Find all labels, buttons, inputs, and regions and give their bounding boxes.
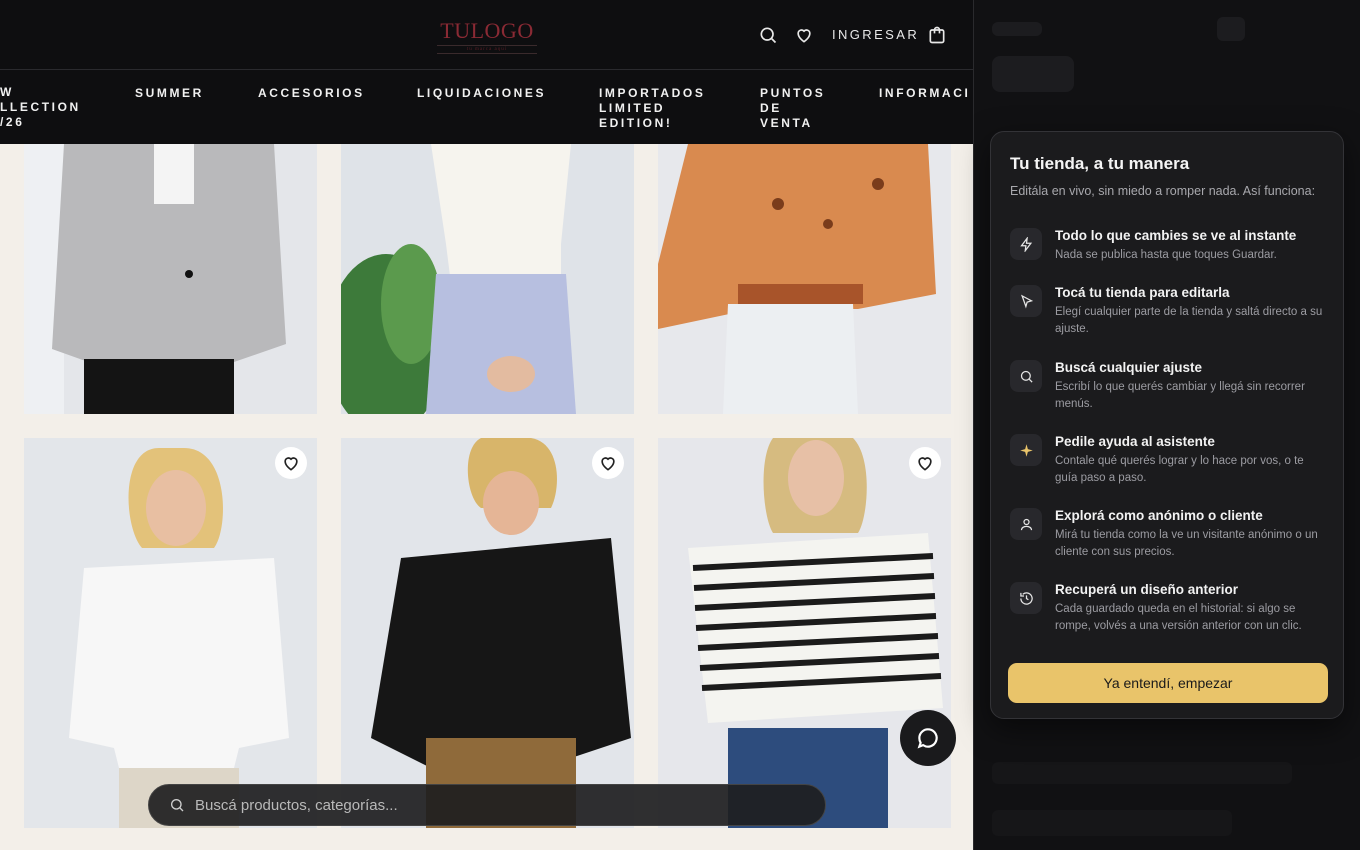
feature-description: Escribí lo que querés cambiar y llegá si…	[1055, 381, 1305, 410]
panel-placeholder	[992, 810, 1232, 836]
nav-item-puntos-de-venta[interactable]: PUNTOS DE VENTA	[760, 86, 825, 131]
feature-description: Nada se publica hasta que toques Guardar…	[1055, 249, 1277, 261]
feature-description: Cada guardado queda en el historial: si …	[1055, 603, 1302, 632]
feature-description: Mirá tu tienda como la ve un visitante a…	[1055, 529, 1318, 558]
cursor-icon	[1010, 285, 1042, 317]
feature-description: Elegí cualquier parte de la tienda y sal…	[1055, 306, 1323, 335]
heart-icon	[284, 457, 298, 471]
search-placeholder: Buscá productos, categorías...	[195, 797, 398, 814]
chat-bubble-icon	[917, 728, 938, 749]
heart-icon	[918, 457, 932, 471]
search-icon	[1010, 360, 1042, 392]
feature-title: Recuperá un diseño anterior	[1055, 582, 1239, 597]
chat-button[interactable]	[900, 710, 956, 766]
favorite-button[interactable]	[909, 447, 941, 479]
store-header: TULOGO tu marca aquí INGRESAR W LLECTION…	[0, 0, 973, 144]
lightning-icon	[1010, 228, 1042, 260]
nav-item-new-collection[interactable]: W LLECTION /26	[0, 85, 81, 130]
heart-icon[interactable]	[794, 25, 814, 45]
feature-title: Todo lo que cambies se ve al instante	[1055, 228, 1297, 243]
product-search-bar[interactable]: Buscá productos, categorías...	[148, 784, 826, 826]
nav-item-informacion[interactable]: INFORMACI	[879, 86, 970, 101]
feature-title: Buscá cualquier ajuste	[1055, 360, 1203, 375]
cart-icon[interactable]	[927, 25, 947, 45]
favorite-button[interactable]	[275, 447, 307, 479]
feature-title: Tocá tu tienda para editarla	[1055, 285, 1230, 300]
product-card[interactable]	[24, 144, 317, 414]
onboarding-modal: Tu tienda, a tu manera Editála en vivo, …	[990, 131, 1344, 719]
nav-item-importados[interactable]: IMPORTADOS LIMITED EDITION!	[599, 86, 705, 131]
login-link[interactable]: INGRESAR	[832, 27, 919, 42]
logo-text: TULOGO	[440, 18, 534, 43]
user-icon	[1010, 508, 1042, 540]
feature-description: Contale qué querés lograr y lo hace por …	[1055, 455, 1304, 484]
nav-item-liquidaciones[interactable]: LIQUIDACIONES	[417, 86, 546, 101]
panel-placeholder	[992, 56, 1074, 92]
sparkle-icon	[1010, 434, 1042, 466]
panel-placeholder	[992, 762, 1292, 784]
product-image	[658, 438, 951, 828]
heart-icon	[601, 457, 615, 471]
search-icon	[169, 797, 185, 813]
product-image	[341, 438, 634, 828]
modal-subtitle: Editála en vivo, sin miedo a romper nada…	[1010, 184, 1316, 198]
feature-title: Explorá como anónimo o cliente	[1055, 508, 1263, 523]
favorite-button[interactable]	[592, 447, 624, 479]
store-preview: TULOGO tu marca aquí INGRESAR W LLECTION…	[0, 0, 973, 850]
product-card[interactable]	[341, 144, 634, 414]
feature-title: Pedile ayuda al asistente	[1055, 434, 1215, 449]
product-card[interactable]	[658, 144, 951, 414]
store-nav: W LLECTION /26 SUMMER ACCESORIOS LIQUIDA…	[0, 85, 973, 136]
store-topbar: TULOGO tu marca aquí INGRESAR	[0, 0, 973, 70]
panel-placeholder	[992, 22, 1042, 36]
logo-subtext: tu marca aquí	[437, 45, 537, 54]
product-image	[658, 144, 951, 414]
product-image	[341, 144, 634, 414]
store-logo[interactable]: TULOGO tu marca aquí	[437, 18, 537, 54]
start-button[interactable]: Ya entendí, empezar	[1008, 663, 1328, 703]
search-icon[interactable]	[758, 25, 778, 45]
product-image	[24, 438, 317, 828]
history-icon	[1010, 582, 1042, 614]
product-card[interactable]	[341, 438, 634, 828]
product-image	[24, 144, 317, 414]
product-grid	[0, 144, 973, 850]
product-card[interactable]	[658, 438, 951, 828]
panel-placeholder	[1217, 17, 1245, 41]
modal-title: Tu tienda, a tu manera	[1010, 154, 1190, 173]
product-card[interactable]	[24, 438, 317, 828]
nav-item-accesorios[interactable]: ACCESORIOS	[258, 86, 365, 101]
nav-item-summer[interactable]: SUMMER	[135, 86, 204, 101]
